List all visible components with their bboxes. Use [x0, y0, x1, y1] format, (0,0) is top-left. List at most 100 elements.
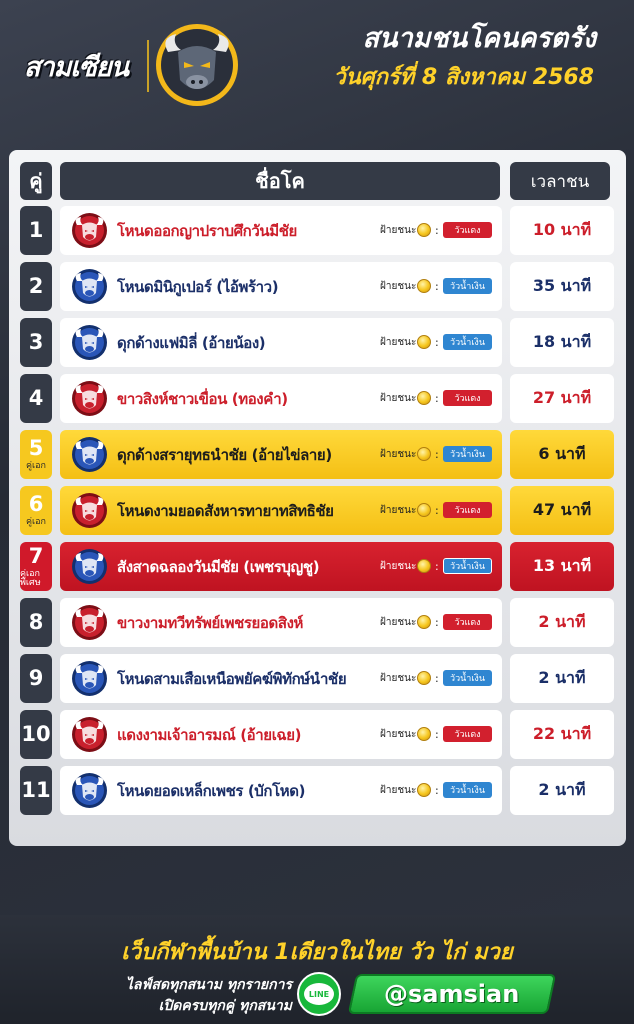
winner-label: ฝ้ายชนะ — [380, 337, 417, 348]
separator: : — [435, 392, 439, 405]
pair-number: 10 — [20, 710, 52, 759]
pair-number: 4 — [20, 374, 52, 423]
fighter-name: ขาวงามทวีทรัพย์เพชรยอดสิงห์ — [117, 613, 304, 632]
pair-number-value: 4 — [28, 386, 44, 410]
line-app-icon[interactable]: LINE — [297, 972, 341, 1016]
blue-bull-icon — [71, 548, 108, 585]
pair-number: 5 คู่เอก — [20, 430, 52, 479]
pair-number: 8 — [20, 598, 52, 647]
fighter-cell: โหนดมินิกูเปอร์ (ไอ้พร้าว) ฝ้ายชนะ: วัวน้ำ… — [60, 262, 502, 311]
fighter-name: โหนดมินิกูเปอร์ (ไอ้พร้าว) — [117, 277, 279, 296]
winner-side-badge: วัวแดง — [443, 726, 492, 742]
pair-tag: คู่เอกพิเศษ — [20, 568, 41, 588]
winner-label: ฝ้ายชนะ — [380, 281, 417, 292]
fight-duration: 13 นาที — [510, 542, 614, 591]
match-row: 9 โหนดสามเสือเหนือพยัคฆ์พิทักษ์นำชัย ฝ้ายช… — [0, 654, 634, 703]
line-logo-text: LINE — [304, 983, 334, 1005]
pair-number: 11 — [20, 766, 52, 815]
page-title: สนามชนโคนครตรัง — [362, 23, 596, 54]
footer-slogan: เว็บกีฬาพื้นบ้าน 1เดียวในไทย วัว ไก่ มวย — [121, 940, 513, 965]
fighter-cell: สังสาดฉลองวันมีชัย (เพชรบุญชู) ฝ้ายชนะ: วั… — [60, 542, 502, 591]
match-row: 8 ขาวงามทวีทรัพย์เพชรยอดสิงห์ ฝ้ายชนะ: วัวแ… — [0, 598, 634, 647]
fight-duration: 2 นาที — [510, 766, 614, 815]
match-row: 11 โหนดยอดเหล็กเพชร (บักโหด) ฝ้ายชนะ: วัวน้… — [0, 766, 634, 815]
pair-tag: คู่เอก — [26, 517, 46, 527]
winner-label: ฝ้ายชนะ — [380, 673, 417, 684]
separator: : — [435, 616, 439, 629]
red-bull-icon — [71, 492, 108, 529]
separator: : — [435, 784, 439, 797]
match-row: 6 คู่เอก โหนดงามยอดสังหารทายาทสิทธิชัย ฝ้าย… — [0, 486, 634, 535]
line-id-button[interactable]: @samsian — [347, 974, 557, 1014]
column-header-pair: คู่ — [20, 162, 52, 200]
red-bull-icon — [71, 380, 108, 417]
blue-bull-icon — [71, 324, 108, 361]
winner-label: ฝ้ายชนะ — [380, 561, 417, 572]
brand-divider — [147, 40, 149, 92]
winner-side-badge: วัวแดง — [443, 222, 492, 238]
pair-number: 2 — [20, 262, 52, 311]
winner-side-badge: วัวน้ำเงิน — [443, 334, 492, 350]
fighter-cell: ดุกด้างสรายุทธนำชัย (อ้ายไข่ลาย) ฝ้ายชนะ:… — [60, 430, 502, 479]
separator: : — [435, 224, 439, 237]
fight-duration: 2 นาที — [510, 598, 614, 647]
pair-number-value: 9 — [28, 666, 44, 690]
fighter-name: โหนดออกญาปราบศึกวันมีชัย — [117, 221, 297, 240]
match-row: 1 โหนดออกญาปราบศึกวันมีชัย ฝ้ายชนะ: วัวแดง 1… — [0, 206, 634, 255]
footer-text-all-pairs: เปิดครบทุกคู่ ทุกสนาม — [158, 998, 292, 1014]
coin-icon — [417, 783, 431, 797]
match-row: 4 ขาวสิงห์ชาวเขื่อน (ทองคำ) ฝ้ายชนะ: วัวแดง… — [0, 374, 634, 423]
winner-label: ฝ้ายชนะ — [380, 393, 417, 404]
winner-side-badge: วัวแดง — [443, 390, 492, 406]
fight-duration: 35 นาที — [510, 262, 614, 311]
red-bull-icon — [71, 716, 108, 753]
blue-bull-icon — [71, 436, 108, 473]
winner-side-badge: วัวแดง — [443, 614, 492, 630]
winner-side-badge: วัวน้ำเงิน — [443, 670, 492, 686]
pair-number-value: 8 — [28, 610, 44, 634]
pair-number: 7 คู่เอกพิเศษ — [20, 542, 52, 591]
separator: : — [435, 728, 439, 741]
pair-number-value: 11 — [21, 778, 51, 802]
coin-icon — [417, 727, 431, 741]
match-row: 2 โหนดมินิกูเปอร์ (ไอ้พร้าว) ฝ้ายชนะ: วัวน้… — [0, 262, 634, 311]
fighter-name: ดุกด้างแฟมิลี่ (อ้ายน้อง) — [117, 333, 266, 352]
separator: : — [435, 336, 439, 349]
bull-mascot-icon — [156, 24, 238, 106]
match-row: 10 แดงงามเจ้าอารมณ์ (อ้ายเฉย) ฝ้ายชนะ: วัวแ… — [0, 710, 634, 759]
pair-number-value: 1 — [28, 218, 44, 242]
fight-duration: 18 นาที — [510, 318, 614, 367]
coin-icon — [417, 671, 431, 685]
fight-duration: 6 นาที — [510, 430, 614, 479]
pair-number-value: 7 — [28, 543, 44, 568]
fight-duration: 22 นาที — [510, 710, 614, 759]
event-date: วันศุกร์ที่ 8 สิงหาคม 2568 — [333, 65, 594, 90]
pair-number: 1 — [20, 206, 52, 255]
coin-icon — [417, 503, 431, 517]
separator: : — [435, 448, 439, 461]
column-header-name: ชื่อโค — [60, 162, 500, 200]
match-row: 7 คู่เอกพิเศษ สังสาดฉลองวันมีชัย (เพชรบุญช… — [0, 542, 634, 591]
fighter-cell: ขาวสิงห์ชาวเขื่อน (ทองคำ) ฝ้ายชนะ: วัวแดง — [60, 374, 502, 423]
match-row: 3 ดุกด้างแฟมิลี่ (อ้ายน้อง) ฝ้ายชนะ: วัวน้ำ… — [0, 318, 634, 367]
blue-bull-icon — [71, 268, 108, 305]
coin-icon — [417, 223, 431, 237]
fighter-cell: โหนดออกญาปราบศึกวันมีชัย ฝ้ายชนะ: วัวแดง — [60, 206, 502, 255]
fighter-name: ดุกด้างสรายุทธนำชัย (อ้ายไข่ลาย) — [117, 445, 332, 464]
separator: : — [435, 280, 439, 293]
blue-bull-icon — [71, 660, 108, 697]
winner-side-badge: วัวแดง — [443, 502, 492, 518]
footer-text-live: ไลฟ์สดทุกสนาม ทุกรายการ — [125, 977, 292, 993]
column-header-time: เวลาชน — [510, 162, 610, 200]
match-row: 5 คู่เอก ดุกด้างสรายุทธนำชัย (อ้ายไข่ลาย) ฝ… — [0, 430, 634, 479]
fighter-cell: โหนดยอดเหล็กเพชร (บักโหด) ฝ้ายชนะ: วัวน้ำเ… — [60, 766, 502, 815]
fighter-name: ขาวสิงห์ชาวเขื่อน (ทองคำ) — [117, 389, 288, 408]
winner-label: ฝ้ายชนะ — [380, 449, 417, 460]
fight-duration: 2 นาที — [510, 654, 614, 703]
pair-number-value: 6 — [28, 492, 44, 516]
winner-label: ฝ้ายชนะ — [380, 785, 417, 796]
coin-icon — [417, 335, 431, 349]
winner-side-badge: วัวน้ำเงิน — [443, 278, 492, 294]
winner-label: ฝ้ายชนะ — [380, 617, 417, 628]
fighter-cell: ดุกด้างแฟมิลี่ (อ้ายน้อง) ฝ้ายชนะ: วัวน้ำเ… — [60, 318, 502, 367]
